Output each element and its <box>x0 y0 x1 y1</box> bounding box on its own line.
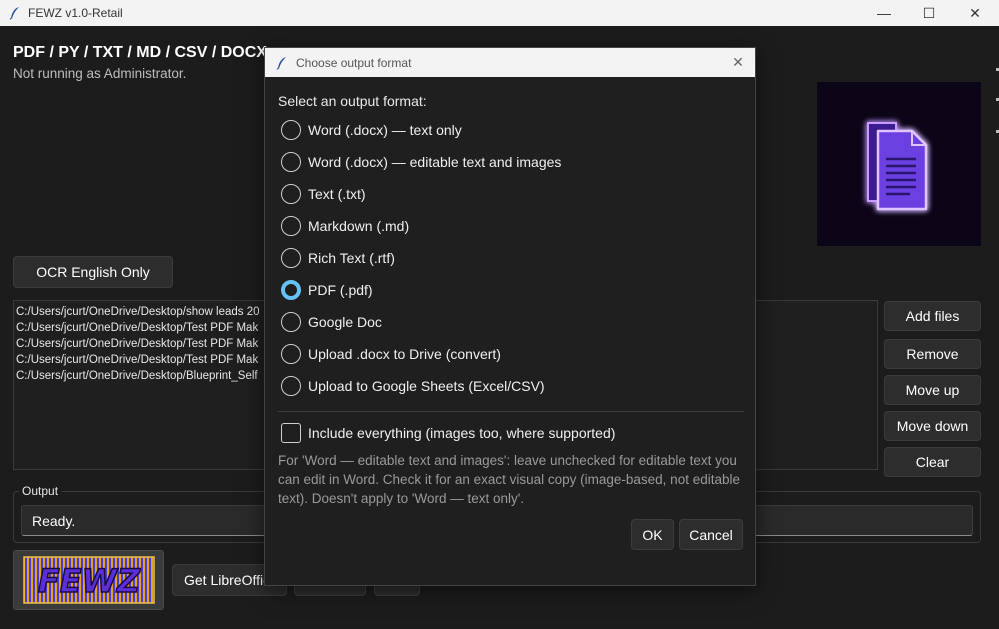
window-title: FEWZ v1.0-Retail <box>28 6 123 20</box>
radio-button[interactable] <box>281 216 301 236</box>
radio-label[interactable]: Google Doc <box>308 314 382 330</box>
radio-label[interactable]: Upload to Google Sheets (Excel/CSV) <box>308 378 545 394</box>
radio-label[interactable]: Word (.docx) — editable text and images <box>308 154 561 170</box>
add-files-button[interactable]: Add files <box>884 301 981 331</box>
format-option-word-text-only[interactable]: Word (.docx) — text only <box>281 119 462 141</box>
document-logo-icon <box>817 82 981 246</box>
radio-button[interactable] <box>281 152 301 172</box>
move-down-button[interactable]: Move down <box>884 411 981 441</box>
window-titlebar: FEWZ v1.0-Retail <box>0 0 999 26</box>
output-label: Output <box>19 484 62 498</box>
format-option-pdf[interactable]: PDF (.pdf) <box>281 279 373 301</box>
radio-button[interactable] <box>281 376 301 396</box>
radio-button[interactable] <box>281 344 301 364</box>
fewz-logo-text: FEWZ <box>37 562 140 600</box>
radio-button-selected[interactable] <box>281 280 301 300</box>
feather-app-icon <box>275 56 289 70</box>
choose-output-format-dialog: Choose output format ✕ Select an output … <box>264 47 756 586</box>
format-option-google-sheets[interactable]: Upload to Google Sheets (Excel/CSV) <box>281 375 545 397</box>
include-everything-checkbox[interactable] <box>281 423 301 443</box>
fewz-logo-button[interactable]: FEWZ <box>13 550 164 610</box>
clear-button[interactable]: Clear <box>884 447 981 477</box>
divider <box>278 411 744 412</box>
radio-label[interactable]: Upload .docx to Drive (convert) <box>308 346 501 362</box>
radio-label[interactable]: Markdown (.md) <box>308 218 409 234</box>
ok-button[interactable]: OK <box>631 519 674 550</box>
include-everything-label[interactable]: Include everything (images too, where su… <box>308 425 615 441</box>
include-everything-option[interactable]: Include everything (images too, where su… <box>281 423 615 443</box>
radio-button[interactable] <box>281 312 301 332</box>
dialog-title: Choose output format <box>296 55 412 70</box>
format-option-rtf[interactable]: Rich Text (.rtf) <box>281 247 395 269</box>
page-title: PDF / PY / TXT / MD / CSV / DOCX <box>13 44 267 61</box>
remove-button[interactable]: Remove <box>884 339 981 369</box>
cancel-button[interactable]: Cancel <box>679 519 743 550</box>
ocr-english-only-button[interactable]: OCR English Only <box>13 256 173 288</box>
radio-label[interactable]: Rich Text (.rtf) <box>308 250 395 266</box>
close-window-button[interactable]: ✕ <box>952 0 998 26</box>
radio-button[interactable] <box>281 184 301 204</box>
minimize-button[interactable]: — <box>861 0 907 26</box>
format-option-markdown[interactable]: Markdown (.md) <box>281 215 409 237</box>
admin-status-text: Not running as Administrator. <box>13 66 187 81</box>
dialog-titlebar: Choose output format ✕ <box>265 48 755 77</box>
move-up-button[interactable]: Move up <box>884 375 981 405</box>
dialog-close-button[interactable]: ✕ <box>727 51 749 73</box>
format-option-google-doc[interactable]: Google Doc <box>281 311 382 333</box>
help-text: For 'Word — editable text and images': l… <box>278 453 740 506</box>
format-option-drive-convert[interactable]: Upload .docx to Drive (convert) <box>281 343 501 365</box>
feather-app-icon <box>8 6 22 20</box>
format-option-txt[interactable]: Text (.txt) <box>281 183 366 205</box>
radio-label[interactable]: Word (.docx) — text only <box>308 122 462 138</box>
radio-label[interactable]: Text (.txt) <box>308 186 366 202</box>
maximize-button[interactable]: ☐ <box>906 0 952 26</box>
radio-button[interactable] <box>281 248 301 268</box>
format-prompt: Select an output format: <box>278 93 427 109</box>
format-option-word-editable[interactable]: Word (.docx) — editable text and images <box>281 151 561 173</box>
radio-label[interactable]: PDF (.pdf) <box>308 282 373 298</box>
radio-button[interactable] <box>281 120 301 140</box>
